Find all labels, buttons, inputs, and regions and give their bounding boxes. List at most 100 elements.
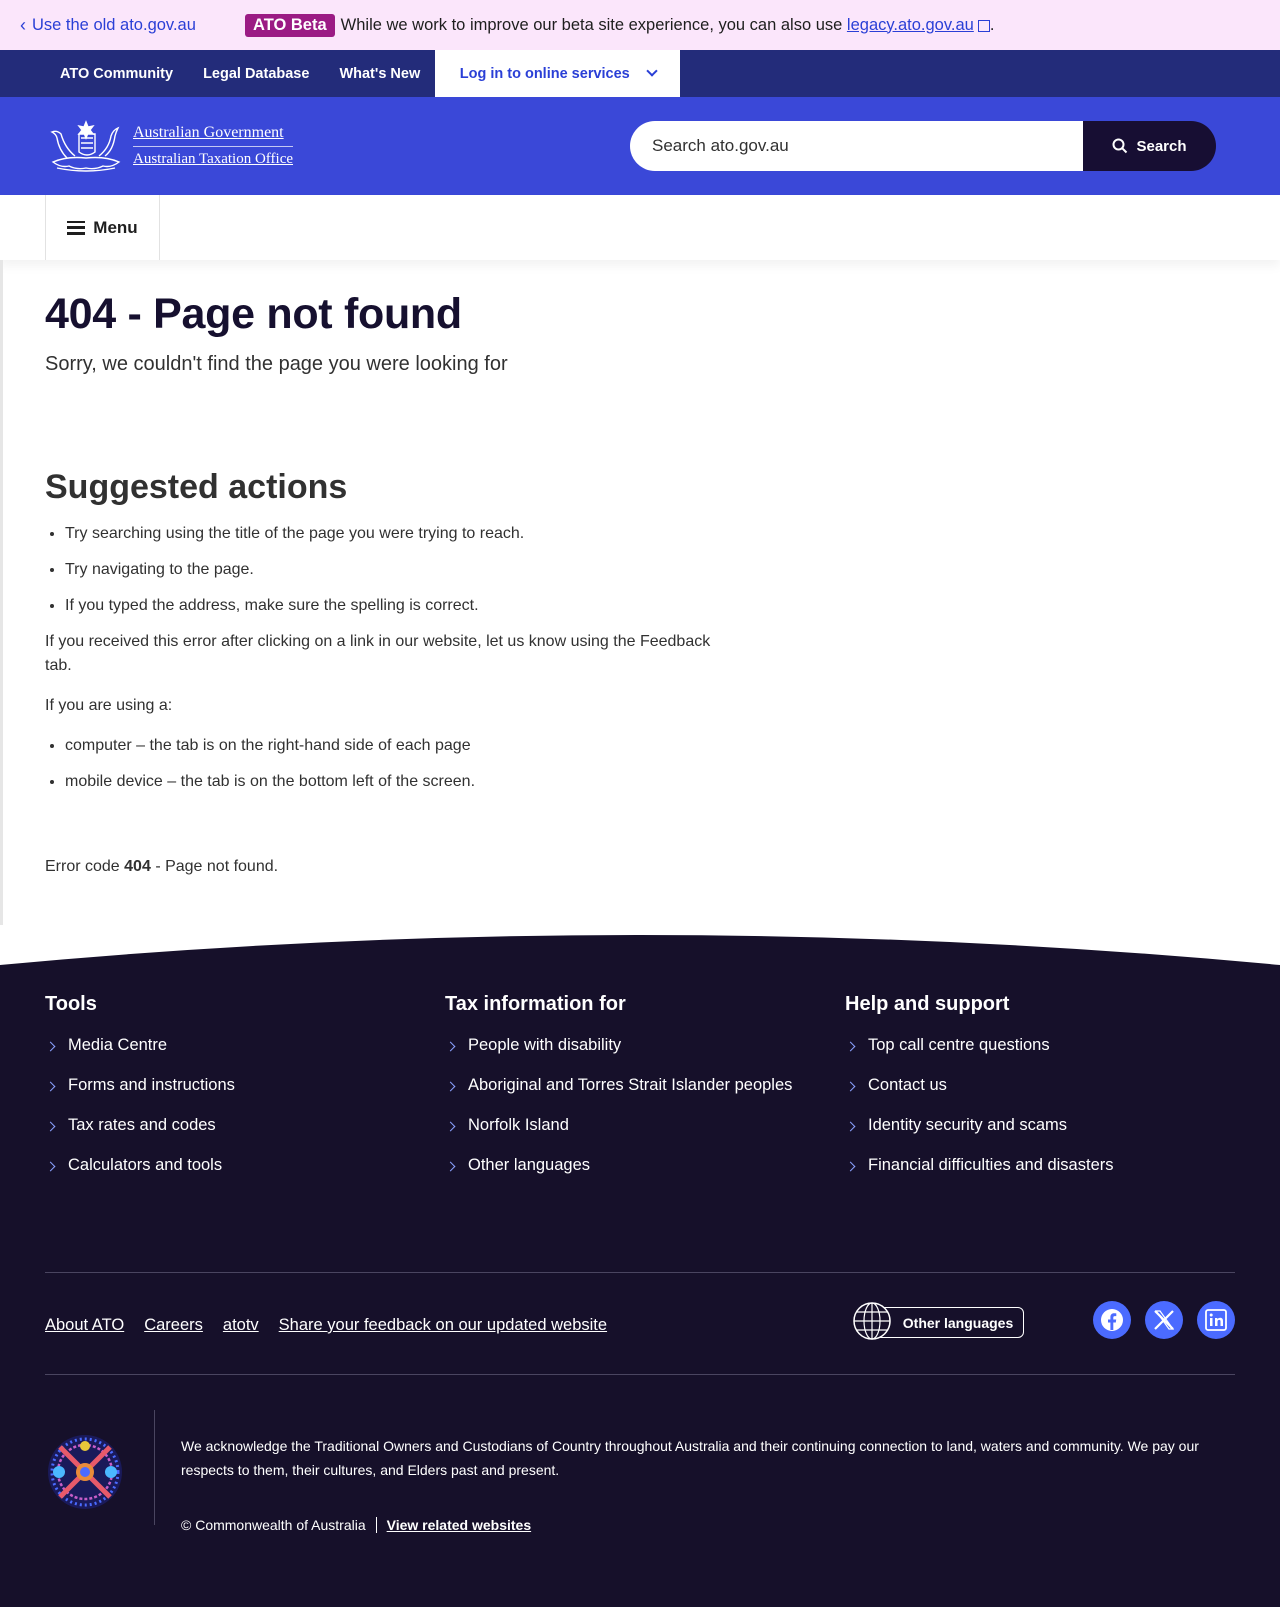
footer-link-label: Calculators and tools (68, 1156, 223, 1174)
footer-link[interactable]: Calculators and tools (45, 1156, 235, 1196)
nav-legal-database[interactable]: Legal Database (188, 50, 324, 97)
site-header: Australian Government Australian Taxatio… (0, 97, 1280, 195)
footer-link[interactable]: Aboriginal and Torres Strait Islander pe… (445, 1076, 792, 1116)
footer-link[interactable]: Forms and instructions (45, 1076, 235, 1116)
beta-tag: ATO Beta (245, 13, 335, 37)
search-button[interactable]: Search (1083, 121, 1216, 171)
footer-link[interactable]: Other languages (445, 1156, 792, 1196)
footer-link[interactable]: Top call centre questions (845, 1036, 1114, 1076)
copyright-row: © Commonwealth of Australia View related… (181, 1517, 531, 1533)
legacy-site-link[interactable]: legacy.ato.gov.au (847, 16, 974, 35)
footer-divider (45, 1374, 1235, 1375)
acknowledgement-divider (154, 1410, 155, 1525)
chevron-right-icon (45, 1161, 56, 1172)
external-link-icon (977, 20, 990, 32)
list-item: Try searching using the title of the pag… (65, 522, 725, 546)
globe-icon (853, 1302, 891, 1340)
footer-link-label: Tax rates and codes (68, 1116, 216, 1134)
suggested-actions-content: Try searching using the title of the pag… (45, 522, 725, 806)
chevron-left-icon: ‹ (20, 15, 26, 35)
chevron-right-icon (845, 1041, 856, 1052)
chevron-right-icon (45, 1121, 56, 1132)
chevron-right-icon (45, 1041, 56, 1052)
list-item: If you typed the address, make sure the … (65, 594, 725, 618)
page-subtitle: Sorry, we couldn't find the page you wer… (45, 353, 508, 375)
login-online-services-button[interactable]: Log in to online services (435, 50, 681, 97)
menu-bar: Menu (0, 195, 1280, 260)
beta-message: While we work to improve our beta site e… (340, 15, 843, 34)
footer-link[interactable]: Financial difficulties and disasters (845, 1156, 1114, 1196)
x-icon[interactable] (1145, 1301, 1183, 1339)
chevron-right-icon (845, 1121, 856, 1132)
banner-period: . (989, 15, 995, 34)
other-languages-label: Other languages (872, 1307, 1024, 1338)
about-ato-link[interactable]: About ATO (45, 1316, 124, 1335)
footer-link-label: People with disability (468, 1036, 622, 1054)
chevron-right-icon (445, 1041, 456, 1052)
top-navigation: ATO Community Legal Database What's New … (0, 50, 1280, 97)
footer-link-label: Aboriginal and Torres Strait Islander pe… (468, 1076, 793, 1094)
logo-line-ato: Australian Taxation Office (133, 151, 294, 168)
hamburger-icon (67, 220, 86, 235)
main-content: 404 - Page not found Sorry, we couldn't … (0, 260, 1280, 925)
search-button-label: Search (1136, 137, 1187, 155)
devices-list: computer – the tab is on the right-hand … (45, 734, 725, 794)
footer-link-label: Forms and instructions (68, 1076, 235, 1094)
error-code-suffix: - Page not found. (155, 858, 279, 875)
old-site-link[interactable]: ‹ Use the old ato.gov.au (20, 16, 245, 35)
search-icon (1112, 138, 1128, 154)
list-item: Try navigating to the page. (65, 558, 725, 582)
chevron-right-icon (45, 1081, 56, 1092)
footer-link[interactable]: Tax rates and codes (45, 1116, 235, 1156)
chevron-right-icon (845, 1081, 856, 1092)
list-item: computer – the tab is on the right-hand … (65, 734, 725, 758)
error-code-value: 404 (124, 858, 151, 875)
search-form: Search (630, 121, 1216, 171)
indigenous-artwork-icon (48, 1435, 122, 1509)
footer-link[interactable]: Identity security and scams (845, 1116, 1114, 1156)
footer-heading: Tools (45, 993, 97, 1015)
menu-button[interactable]: Menu (45, 195, 160, 260)
other-languages-button[interactable]: Other languages (852, 1302, 1024, 1340)
search-input[interactable] (630, 121, 1083, 171)
footer-secondary-links: About ATO Careers atotv Share your feedb… (45, 1316, 607, 1335)
footer-link-label: Media Centre (68, 1036, 168, 1054)
related-websites-link[interactable]: View related websites (387, 1517, 531, 1533)
chevron-right-icon (845, 1161, 856, 1172)
facebook-icon[interactable] (1093, 1301, 1131, 1339)
list-item: mobile device – the tab is on the bottom… (65, 770, 725, 794)
footer-link-label: Top call centre questions (868, 1036, 1050, 1054)
ato-logo[interactable]: Australian Government Australian Taxatio… (45, 116, 294, 176)
nav-whats-new[interactable]: What's New (324, 50, 435, 97)
coat-of-arms-icon (50, 120, 121, 172)
feedback-paragraph: If you received this error after clickin… (45, 633, 711, 674)
footer-link[interactable]: People with disability (445, 1036, 792, 1076)
footer-column-help: Help and support Top call centre questio… (845, 993, 1114, 1196)
footer-link[interactable]: Media Centre (45, 1036, 235, 1076)
acknowledgement-text: We acknowledge the Traditional Owners an… (181, 1438, 1199, 1478)
footer-column-tools: Tools Media Centre Forms and instruction… (45, 993, 235, 1196)
atotv-link[interactable]: atotv (223, 1316, 259, 1335)
suggestions-list: Try searching using the title of the pag… (45, 522, 725, 618)
using-paragraph: If you are using a: (45, 697, 173, 714)
careers-link[interactable]: Careers (144, 1316, 203, 1335)
copyright-separator (375, 1517, 377, 1533)
footer-link-label: Norfolk Island (468, 1116, 569, 1134)
old-site-link-label: Use the old ato.gov.au (32, 15, 196, 34)
footer-curve (0, 935, 1280, 965)
logo-line-government: Australian Government (133, 122, 294, 148)
site-footer: Tools Media Centre Forms and instruction… (0, 965, 1280, 1607)
linkedin-icon[interactable] (1197, 1301, 1235, 1339)
footer-heading: Tax information for (445, 993, 626, 1015)
footer-column-tax-info: Tax information for People with disabili… (445, 993, 792, 1196)
feedback-link[interactable]: Share your feedback on our updated websi… (279, 1316, 607, 1335)
error-code-prefix: Error code (45, 858, 120, 875)
nav-ato-community[interactable]: ATO Community (45, 50, 188, 97)
chevron-down-icon (646, 64, 658, 77)
login-label: Log in to online services (459, 65, 630, 82)
footer-link[interactable]: Contact us (845, 1076, 1114, 1116)
error-code-text: Error code 404 - Page not found. (45, 858, 278, 876)
chevron-right-icon (445, 1121, 456, 1132)
footer-link-label: Identity security and scams (868, 1116, 1067, 1134)
footer-link[interactable]: Norfolk Island (445, 1116, 792, 1156)
